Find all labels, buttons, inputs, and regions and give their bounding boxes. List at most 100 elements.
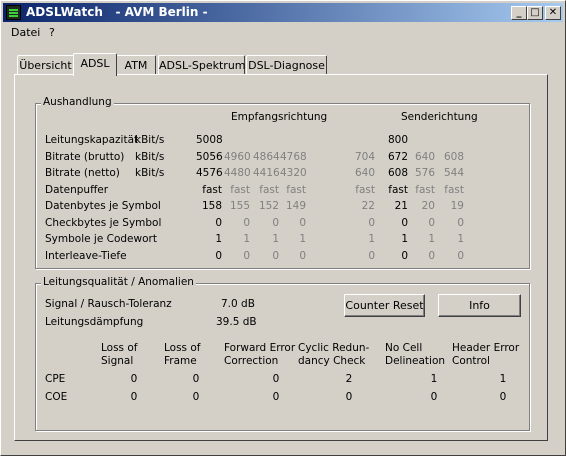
tab-dsl-diagnose[interactable]: DSL-Diagnose	[246, 55, 327, 75]
anomaly-count: 0	[192, 373, 200, 385]
anomaly-count: 0	[130, 391, 138, 403]
close-icon: ✕	[548, 7, 558, 18]
empfangsrichtung-header: Empfangsrichtung	[231, 111, 328, 123]
empfang-cell: 158	[201, 200, 222, 212]
senderichtung-header: Senderichtung	[401, 111, 478, 123]
sende-cell: 0	[457, 249, 464, 262]
empfang-cell: 5008	[196, 134, 223, 146]
sende-cell: 1	[457, 233, 464, 245]
minimize-icon: _	[516, 7, 522, 18]
maximize-button[interactable]: □	[527, 6, 543, 20]
sende-cell: 20	[421, 200, 435, 212]
sende-cell: 19	[450, 200, 464, 212]
empfang-cell: 1	[243, 233, 250, 245]
tab-adsl-spektrum[interactable]: ADSL-Spektrum	[158, 55, 246, 75]
anomaly-column-header: Delineation	[385, 355, 446, 367]
anomaly-column-header: Control	[452, 355, 490, 367]
sende-cell: 640	[414, 150, 435, 163]
sende-cell: 1	[401, 233, 408, 245]
anomaly-count: 0	[130, 373, 138, 385]
empfang-cell: 4416	[253, 167, 280, 179]
anomaly-column-header: No Cell	[385, 342, 423, 354]
sende-cell: 800	[387, 134, 408, 146]
empfang-cell: 4768	[280, 150, 307, 163]
aushandlung-row-label: Leitungskapazität	[45, 134, 139, 146]
sende-cell: 0	[428, 216, 435, 229]
window-title: ADSLWatch - AVM Berlin -	[26, 5, 208, 19]
sende-cell: 1	[368, 233, 375, 245]
tab-uebersicht[interactable]: Übersicht	[17, 55, 74, 75]
aushandlung-row-label: Checkbytes je Symbol	[45, 216, 162, 229]
leitungsqualitaet-group: Leitungsqualität / Anomalien Signal / Ra…	[35, 276, 530, 431]
sende-cell: fast	[388, 183, 408, 196]
app-icon[interactable]	[6, 5, 21, 20]
sende-cell: 608	[443, 150, 464, 163]
sende-cell: 0	[428, 249, 435, 262]
empfang-cell: 0	[243, 216, 250, 229]
menu-help[interactable]: ?	[49, 26, 55, 39]
title-bar[interactable]: ADSLWatch - AVM Berlin - _ □ ✕	[3, 3, 563, 22]
sende-cell: 0	[368, 249, 375, 262]
empfang-cell: 0	[272, 249, 279, 262]
anomaly-column-header: Header Error	[452, 342, 520, 354]
aushandlung-row-unit: kBit/s	[135, 150, 165, 163]
sende-cell: fast	[444, 183, 464, 196]
sende-cell: 0	[368, 216, 375, 229]
adsl-tab-panel: Aushandlung Empfangsrichtung Senderichtu…	[14, 74, 548, 441]
info-button[interactable]: Info	[438, 294, 521, 317]
maximize-icon: □	[530, 7, 540, 18]
anomaly-column-header: Correction	[224, 355, 279, 367]
empfang-cell: 1	[215, 233, 222, 245]
empfang-cell: 4960	[224, 150, 251, 163]
empfang-cell: 1	[299, 233, 306, 245]
sende-cell: 640	[354, 167, 375, 179]
anomaly-column-header: Forward Error	[224, 342, 296, 354]
sende-cell: 0	[401, 216, 408, 229]
sende-cell: 0	[401, 249, 408, 262]
anomaly-column-header: Loss of	[164, 342, 201, 354]
aushandlung-legend: Aushandlung	[41, 96, 114, 108]
empfang-cell: 5056	[196, 150, 223, 163]
empfang-cell: 152	[258, 200, 279, 212]
minimize-button[interactable]: _	[511, 6, 527, 20]
anomaly-count: 0	[272, 391, 280, 403]
anomaly-row-label: CPE	[45, 373, 66, 385]
aushandlung-row-label: Bitrate (brutto)	[45, 150, 125, 163]
empfang-cell: 0	[243, 249, 250, 262]
tab-atm[interactable]: ATM	[116, 55, 156, 75]
aushandlung-row-unit: kBit/s	[135, 134, 165, 146]
empfang-cell: 155	[229, 200, 250, 212]
close-button[interactable]: ✕	[545, 6, 561, 20]
snr-label: Signal / Rausch-Toleranz	[45, 298, 172, 310]
aushandlung-row-label: Datenbytes je Symbol	[45, 200, 161, 212]
attenuation-value: 39.5 dB	[216, 316, 257, 328]
app-window: ADSLWatch - AVM Berlin - _ □ ✕ Datei ? Ü…	[0, 0, 566, 456]
tab-adsl[interactable]: ADSL	[73, 53, 117, 76]
anomaly-count: 2	[345, 373, 353, 385]
aushandlung-group: Aushandlung Empfangsrichtung Senderichtu…	[35, 96, 530, 269]
empfang-cell: 149	[285, 200, 306, 212]
sende-cell: 672	[387, 150, 408, 163]
sende-cell: 21	[394, 200, 408, 212]
empfang-cell: 1	[272, 233, 279, 245]
sende-cell: 1	[428, 233, 435, 245]
empfang-cell: 0	[215, 216, 222, 229]
sende-cell: 22	[361, 200, 375, 212]
sende-cell: 576	[414, 167, 435, 179]
empfang-cell: 0	[272, 216, 279, 229]
anomaly-column-header: Signal	[101, 355, 134, 367]
anomaly-column-header: Frame	[164, 355, 197, 367]
menu-bar: Datei ?	[3, 23, 563, 42]
menu-datei[interactable]: Datei	[11, 26, 40, 39]
aushandlung-row-label: Symbole je Codewort	[45, 233, 157, 245]
empfang-cell: fast	[230, 183, 250, 196]
counter-reset-button[interactable]: Counter Reset	[344, 294, 425, 317]
snr-value: 7.0 dB	[221, 298, 255, 310]
anomaly-column-header: Cyclic Redun-	[298, 342, 370, 354]
empfang-cell: 4320	[280, 167, 307, 179]
aushandlung-row-label: Bitrate (netto)	[45, 167, 120, 179]
anomaly-row-label: COE	[45, 391, 68, 403]
empfang-cell: 0	[299, 216, 306, 229]
anomaly-count: 0	[499, 391, 507, 403]
anomaly-count: 1	[499, 373, 507, 385]
